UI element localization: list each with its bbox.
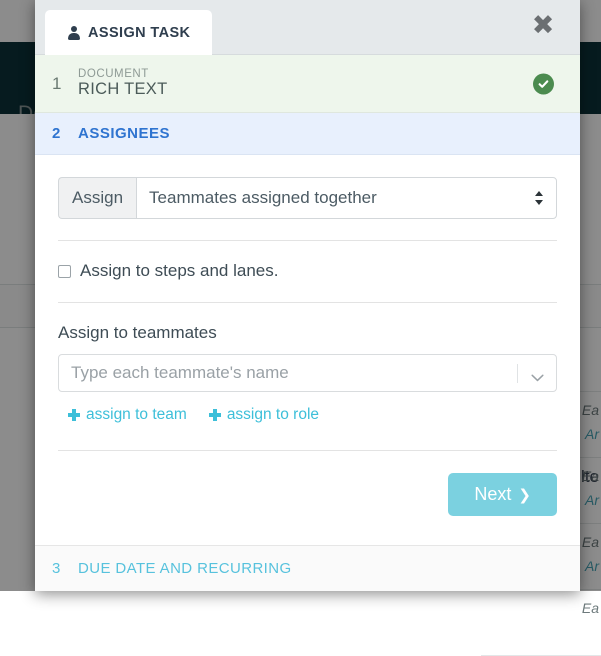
chevron-right-icon: ❯ [518, 485, 531, 504]
tab-assign-task-label: ASSIGN TASK [88, 24, 191, 41]
step-1-text: DOCUMENT RICH TEXT [78, 68, 168, 98]
step-1-document[interactable]: 1 DOCUMENT RICH TEXT [35, 55, 580, 113]
check-circle-icon [533, 73, 554, 94]
next-button-label: Next [474, 484, 512, 504]
assignees-panel: Assign Teammates assigned together Assig… [35, 155, 580, 516]
modal-header: ASSIGN TASK ✖ [35, 0, 580, 55]
plus-icon [68, 409, 80, 421]
chevron-down-icon[interactable] [531, 369, 544, 382]
plus-icon [208, 409, 221, 421]
panel-footer-divider [58, 450, 557, 451]
panel-footer: Next ❯ [58, 473, 557, 516]
step-2-number: 2 [52, 125, 61, 142]
assign-mode-selected-value: Teammates assigned together [149, 188, 377, 207]
assign-to-team-link[interactable]: assign to team [68, 406, 187, 424]
step-1-number: 1 [52, 73, 62, 93]
steps-lanes-checkbox[interactable] [58, 264, 71, 278]
tab-assign-task[interactable]: ASSIGN TASK [45, 10, 213, 55]
assign-shortcut-links: assign to team assign to role [58, 406, 557, 424]
step-1-title: RICH TEXT [78, 79, 168, 98]
assign-to-role-label: assign to role [226, 406, 320, 423]
steps-lanes-checkbox-label: Assign to steps and lanes. [80, 261, 279, 280]
person-icon [67, 25, 80, 40]
assign-to-role-link[interactable]: assign to role [208, 406, 320, 424]
assign-input-group: Assign Teammates assigned together [58, 177, 557, 219]
step-3-number: 3 [52, 560, 61, 577]
teammates-input-separator [517, 364, 518, 383]
assign-to-team-label: assign to team [86, 406, 187, 423]
panel-divider [58, 302, 557, 303]
assign-task-modal: ASSIGN TASK ✖ 1 DOCUMENT RICH TEXT 2 ASS… [35, 0, 580, 591]
teammates-input[interactable]: Type each teammate's name [58, 354, 557, 392]
list-row-primary: Ea [581, 600, 599, 616]
step-2-title: ASSIGNEES [78, 125, 171, 142]
teammates-input-placeholder: Type each teammate's name [71, 363, 289, 382]
close-icon[interactable]: ✖ [530, 12, 556, 39]
steps-lanes-checkbox-row[interactable]: Assign to steps and lanes. [58, 261, 557, 281]
up-down-chevron-icon [534, 190, 544, 206]
panel-divider [58, 240, 557, 241]
assign-to-teammates-label: Assign to teammates [58, 323, 217, 342]
assign-addon-label: Assign [58, 177, 137, 219]
step-2-assignees[interactable]: 2 ASSIGNEES [35, 113, 580, 155]
step-3-due-date-recurring[interactable]: 3 DUE DATE AND RECURRING [35, 545, 580, 591]
step-3-title: DUE DATE AND RECURRING [78, 560, 292, 577]
background-list-row[interactable]: Ea [481, 590, 601, 656]
step-1-subtitle: DOCUMENT [78, 68, 149, 81]
assign-mode-select[interactable]: Teammates assigned together [136, 177, 557, 219]
next-button[interactable]: Next ❯ [448, 473, 557, 516]
